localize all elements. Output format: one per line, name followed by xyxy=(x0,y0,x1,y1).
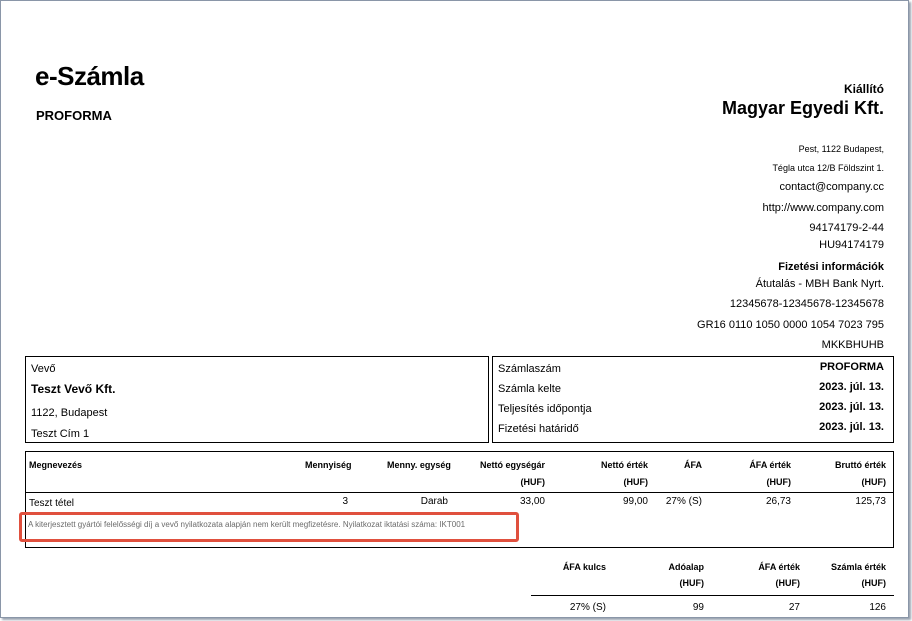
col-header-name: Megnevezés xyxy=(29,460,83,470)
issuer-website: http://www.company.com xyxy=(762,202,884,214)
summary-vat-rate: 27% (S) xyxy=(569,602,606,613)
summary-header-base: Adóalap xyxy=(668,562,704,572)
item-unit: Darab xyxy=(420,496,448,507)
bank-account: 12345678-12345678-12345678 xyxy=(729,298,884,310)
invoice-number-value: PROFORMA xyxy=(819,361,884,373)
col-header-net: Nettó érték xyxy=(600,460,648,470)
summary-header-total: Számla érték xyxy=(830,562,886,572)
invoice-number-label: Számlaszám xyxy=(498,363,561,375)
summary-base: 99 xyxy=(692,602,704,613)
issuer-address-line1: Pest, 1122 Budapest, xyxy=(798,144,884,154)
item-net: 99,00 xyxy=(622,496,648,507)
summary-header-base-currency: (HUF) xyxy=(679,578,705,588)
col-header-gross: Bruttó érték xyxy=(834,460,886,470)
summary-header-vat-value-currency: (HUF) xyxy=(775,578,801,588)
due-date-value: 2023. júl. 13. xyxy=(819,421,884,433)
items-header-divider xyxy=(25,492,894,493)
issuer-name: Magyar Egyedi Kft. xyxy=(721,98,884,118)
fulfilment-date-value: 2023. júl. 13. xyxy=(819,401,884,413)
item-name: Teszt tétel xyxy=(29,498,75,509)
item-vat-value: 26,73 xyxy=(765,496,791,507)
iban: GR16 0110 1050 0000 1054 7023 795 xyxy=(697,319,884,331)
issue-date-label: Számla kelte xyxy=(498,383,561,395)
col-header-gross-currency: (HUF) xyxy=(861,477,887,487)
item-unit-price: 33,00 xyxy=(519,496,545,507)
payment-info-label: Fizetési információk xyxy=(778,261,884,273)
item-vat-rate: 27% (S) xyxy=(665,496,702,507)
col-header-vat: ÁFA xyxy=(684,460,702,470)
document-title: e-Számla xyxy=(35,61,144,91)
col-header-unit-price-currency: (HUF) xyxy=(520,477,546,487)
issuer-email: contact@company.cc xyxy=(779,181,884,193)
note-highlight-box xyxy=(19,512,519,542)
col-header-vat-value: ÁFA érték xyxy=(749,460,791,470)
col-header-qty: Mennyiség xyxy=(305,460,352,470)
issuer-eu-tax-id: HU94174179 xyxy=(819,239,884,251)
buyer-label: Vevő xyxy=(31,363,56,375)
summary-total: 126 xyxy=(869,602,886,613)
fulfilment-date-label: Teljesítés időpontja xyxy=(498,403,592,415)
issuer-label: Kiállító xyxy=(843,82,884,96)
document-subtitle: PROFORMA xyxy=(36,108,112,123)
item-qty: 3 xyxy=(342,496,348,507)
payment-method: Átutalás - MBH Bank Nyrt. xyxy=(755,278,884,290)
document-page: e-Számla PROFORMA Kiállító Magyar Egyedi… xyxy=(0,0,909,618)
buyer-name: Teszt Vevő Kft. xyxy=(31,382,116,396)
issue-date-value: 2023. júl. 13. xyxy=(819,381,884,393)
summary-vat-value: 27 xyxy=(788,602,800,613)
buyer-box xyxy=(25,356,489,443)
issuer-address-line2: Tégla utca 12/B Földszint 1. xyxy=(772,163,884,173)
buyer-street: Teszt Cím 1 xyxy=(31,428,90,440)
col-header-unit-price: Nettó egységár xyxy=(479,460,545,470)
summary-header-total-currency: (HUF) xyxy=(861,578,887,588)
buyer-city: 1122, Budapest xyxy=(31,407,108,419)
issuer-tax-id: 94174179-2-44 xyxy=(809,222,884,234)
summary-header-vat-value: ÁFA érték xyxy=(758,562,800,572)
swift-code: MKKBHUHB xyxy=(821,339,884,351)
col-header-vat-value-currency: (HUF) xyxy=(766,477,792,487)
col-header-unit: Menny. egység xyxy=(387,460,451,470)
due-date-label: Fizetési határidő xyxy=(498,423,579,435)
summary-header-vat-rate: ÁFA kulcs xyxy=(562,562,606,572)
col-header-net-currency: (HUF) xyxy=(623,477,649,487)
item-gross: 125,73 xyxy=(855,496,886,507)
summary-header-divider xyxy=(531,595,894,596)
